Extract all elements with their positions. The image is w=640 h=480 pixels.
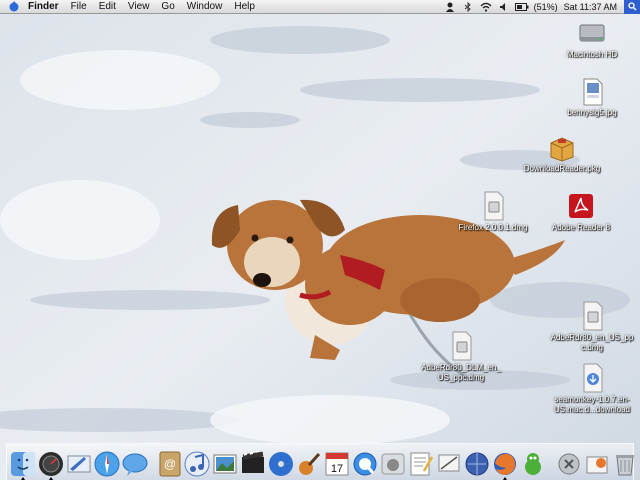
svg-text:@: @ [164, 457, 176, 471]
dock-mail[interactable] [66, 447, 92, 477]
menu-extras: (51%) Sat 11:37 AM [441, 0, 640, 14]
desktop-icon-adbe-rdr-ppc-dmg[interactable]: AdbeRdr80_en_US_pp c.dmg [547, 300, 637, 353]
wifi-icon[interactable] [479, 0, 493, 14]
desktop-icon-macintosh-hd[interactable]: Macintosh HD [547, 19, 637, 60]
desktop-icon-label: seamonkey-1.0.7.en- US.mac.d...download [553, 395, 631, 414]
spotlight-icon[interactable] [624, 0, 640, 14]
applications-folder-icon [558, 453, 580, 475]
jpeg-file-icon [583, 78, 603, 106]
desktop-icon-label: AdbeRdr80_en_US_pp c.dmg [550, 333, 634, 352]
quicktime-icon [353, 452, 377, 476]
mail-icon [67, 455, 91, 473]
battery-percentage[interactable]: (51%) [531, 2, 561, 12]
disk-image-icon [484, 191, 504, 221]
dock-safari[interactable] [94, 447, 120, 477]
dock-adium[interactable] [520, 447, 546, 477]
dock-iphoto[interactable] [212, 447, 238, 477]
disk-image-icon [583, 301, 603, 331]
dock-garageband[interactable] [296, 447, 322, 477]
menu-help[interactable]: Help [228, 0, 261, 14]
dock: @ 17 [6, 443, 634, 480]
dock-textedit[interactable] [408, 447, 434, 477]
hard-drive-icon [579, 24, 605, 42]
dock-applications-folder[interactable] [556, 447, 582, 477]
dock-finder[interactable] [10, 447, 36, 480]
ical-date-text: 17 [331, 463, 343, 475]
disk-image-icon [452, 331, 472, 361]
desktop-icon-label: DownloadReader.pkg [523, 164, 601, 173]
trash-icon [616, 455, 634, 476]
desktop-icon-downloadreader[interactable]: DownloadReader.pkg [517, 133, 607, 174]
finder-icon [11, 452, 35, 476]
ichat-icon [122, 453, 148, 476]
garageband-icon [299, 452, 321, 475]
dashboard-icon [39, 452, 63, 476]
dock-dashboard[interactable] [38, 447, 64, 480]
desktop-icon-firefox-dmg[interactable]: Firefox 2.0.0.1.dmg [448, 190, 538, 233]
desktop-icon-label: bennysig5.jpg [567, 108, 617, 117]
menu-edit[interactable]: Edit [93, 0, 122, 14]
ical-icon: 17 [325, 452, 349, 476]
dock-imovie[interactable] [240, 447, 266, 477]
menu-bar: Finder File Edit View Go Window Help (51… [0, 0, 640, 14]
menu-file[interactable]: File [65, 0, 93, 14]
dock-downloads-stack[interactable] [584, 447, 610, 477]
bluetooth-icon[interactable] [461, 0, 475, 14]
dock-quicktime[interactable] [352, 447, 378, 477]
dock-ical[interactable]: 17 [324, 447, 350, 477]
network-utility-icon [465, 452, 489, 476]
imovie-icon [242, 451, 264, 473]
menu-go[interactable]: Go [155, 0, 180, 14]
volume-icon[interactable] [497, 0, 511, 14]
battery-icon[interactable] [514, 0, 529, 14]
dock-network-utility[interactable] [464, 447, 490, 477]
dock-idvd[interactable] [268, 447, 294, 477]
downloads-stack-icon [586, 456, 608, 474]
user-icon[interactable] [443, 0, 457, 14]
apple-icon [381, 453, 405, 475]
menubar-clock[interactable]: Sat 11:37 AM [561, 2, 620, 12]
itunes-icon [184, 451, 210, 477]
dock-preview[interactable] [436, 447, 462, 477]
iphoto-icon [213, 454, 237, 474]
package-icon [550, 137, 574, 162]
preview-icon [438, 454, 460, 472]
dock-address-book[interactable]: @ [158, 447, 182, 477]
menu-window[interactable]: Window [181, 0, 229, 14]
adobe-reader-icon [569, 194, 593, 218]
desktop-icon-label: Firefox 2.0.0.1.dmg [458, 223, 528, 232]
desktop-icon-label: Macintosh HD [566, 50, 618, 59]
adium-icon [525, 453, 541, 475]
desktop-icon-adbe-rdr-dlm-dmg[interactable]: AdbeRdr80_DLM_en_ US_ppc.dmg [416, 330, 506, 383]
dock-itunes[interactable] [184, 447, 210, 477]
desktop-icon-bennysig5[interactable]: bennysig5.jpg [547, 77, 637, 118]
desktop-icon-label: Adobe Reader 8 [551, 223, 611, 232]
dock-apple-app[interactable] [380, 447, 406, 477]
textedit-icon [410, 452, 434, 476]
apple-menu-icon[interactable] [6, 0, 22, 14]
desktop-wallpaper [0, 0, 640, 480]
desktop-icon-seamonkey-download[interactable]: seamonkey-1.0.7.en- US.mac.d...download [547, 362, 637, 415]
dock-firefox[interactable] [492, 447, 518, 480]
desktop-icon-adobe-reader[interactable]: Adobe Reader 8 [536, 190, 626, 233]
menu-view[interactable]: View [122, 0, 156, 14]
dock-ichat[interactable] [122, 447, 148, 477]
address-book-icon: @ [159, 451, 181, 477]
dock-trash[interactable] [612, 447, 638, 477]
desktop-icon-label: AdbeRdr80_DLM_en_ US_ppc.dmg [421, 363, 501, 382]
safari-icon [94, 451, 120, 477]
firefox-icon [494, 453, 516, 475]
app-menu-finder[interactable]: Finder [22, 0, 65, 14]
idvd-icon [269, 452, 293, 476]
download-file-icon [583, 363, 603, 393]
